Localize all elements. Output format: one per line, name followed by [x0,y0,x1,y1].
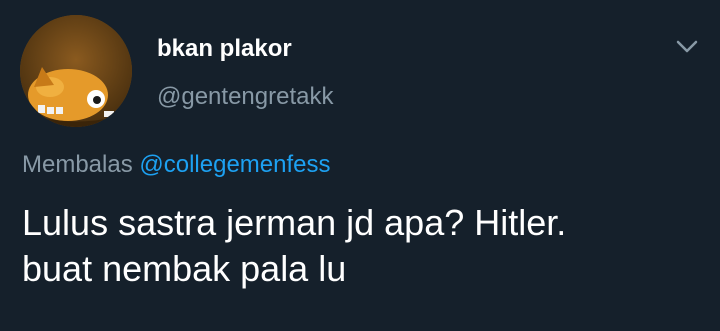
tweet-card: bkan plakor @gentengretakk Membalas @col… [0,0,720,331]
tweet-text-line: buat nembak pala lu [22,248,347,289]
reply-context: Membalas @collegemenfess [22,150,331,180]
chevron-down-icon[interactable] [672,34,702,58]
display-name[interactable]: bkan plakor [157,34,292,64]
avatar[interactable] [20,15,132,127]
avatar-image [20,15,132,127]
reply-prefix: Membalas [22,151,133,178]
tweet-text-line: Lulus sastra jerman jd apa? Hitler. [22,202,567,243]
tweet-text: Lulus sastra jerman jd apa? Hitler. buat… [22,200,702,292]
reply-target-link[interactable]: @collegemenfess [139,151,330,178]
user-handle[interactable]: @gentengretakk [157,82,333,112]
